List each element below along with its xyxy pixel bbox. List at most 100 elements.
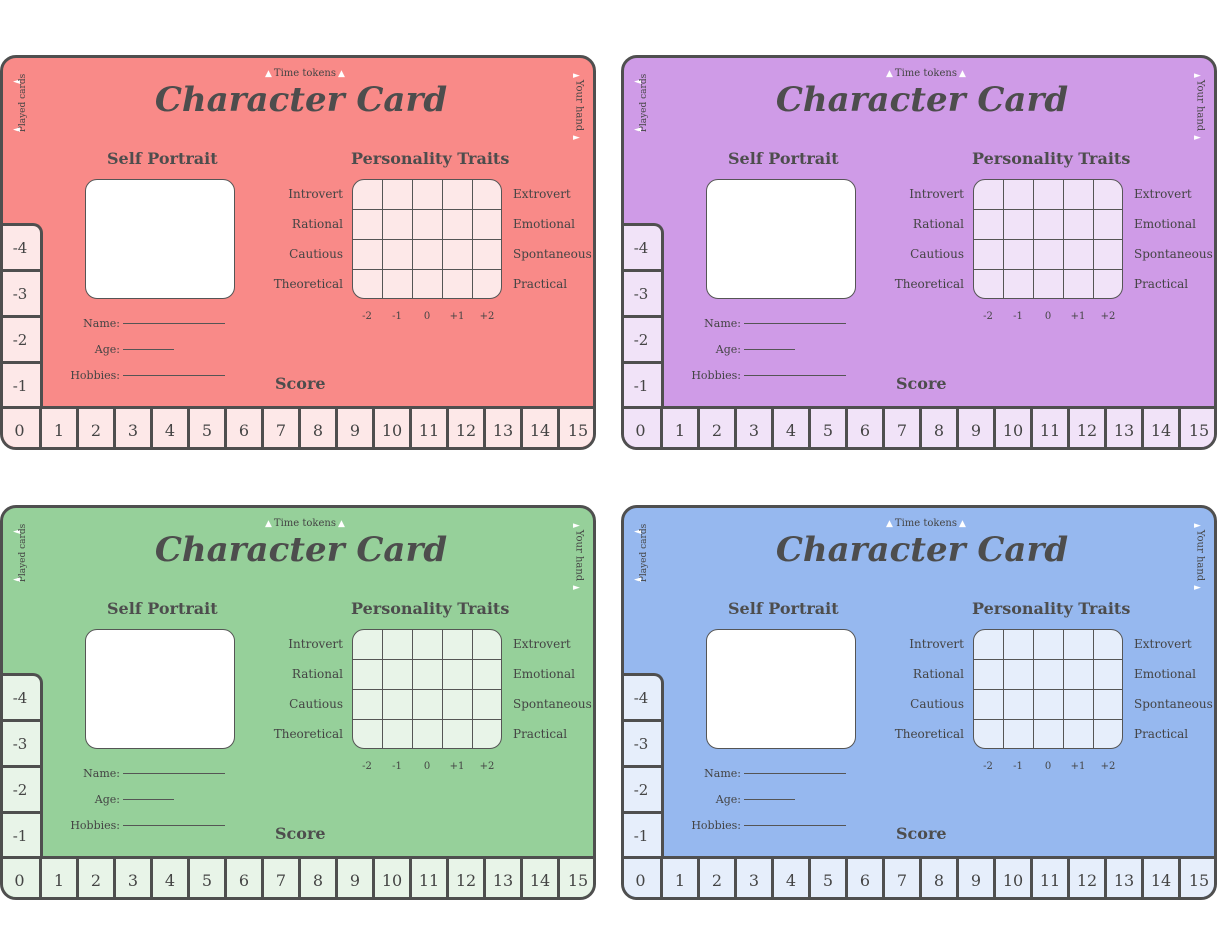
field-input-line[interactable] — [744, 349, 795, 350]
score-cell[interactable]: -2 — [3, 768, 40, 814]
score-cell[interactable]: -1 — [624, 814, 661, 860]
field-input-line[interactable] — [123, 773, 225, 774]
score-cell[interactable]: 10 — [996, 409, 1033, 447]
score-cell[interactable]: 12 — [1070, 409, 1107, 447]
self-portrait-box[interactable] — [706, 629, 856, 749]
score-cell[interactable]: -1 — [3, 364, 40, 410]
score-cell[interactable]: 9 — [338, 409, 375, 447]
score-cell[interactable]: 11 — [1033, 409, 1070, 447]
score-cell[interactable]: -2 — [624, 768, 661, 814]
score-cell[interactable]: 11 — [1033, 859, 1070, 897]
score-cell[interactable]: -2 — [624, 318, 661, 364]
field-input-line[interactable] — [123, 375, 225, 376]
personality-traits-grid[interactable] — [352, 629, 502, 749]
score-cell[interactable]: -2 — [3, 318, 40, 364]
personality-traits-grid[interactable] — [973, 629, 1123, 749]
score-cell[interactable]: 1 — [663, 859, 700, 897]
field-input-line[interactable] — [744, 825, 846, 826]
score-cell[interactable]: 6 — [227, 859, 264, 897]
score-cell[interactable]: 12 — [1070, 859, 1107, 897]
score-cell[interactable]: 12 — [449, 859, 486, 897]
score-cell[interactable]: 1 — [663, 409, 700, 447]
score-cell[interactable]: 4 — [153, 409, 190, 447]
score-cell[interactable]: 7 — [264, 859, 301, 897]
score-cell[interactable]: 10 — [996, 859, 1033, 897]
score-cell[interactable]: 11 — [412, 409, 449, 447]
score-cell[interactable]: 3 — [116, 859, 153, 897]
score-cell[interactable]: 3 — [737, 409, 774, 447]
score-cell[interactable]: 12 — [449, 409, 486, 447]
score-cell[interactable]: 13 — [1107, 409, 1144, 447]
score-cell[interactable]: 6 — [227, 409, 264, 447]
score-cell[interactable]: -4 — [3, 676, 40, 722]
score-cell[interactable]: 6 — [848, 409, 885, 447]
field-input-line[interactable] — [123, 825, 225, 826]
score-cell[interactable]: 6 — [848, 859, 885, 897]
score-cell[interactable]: 2 — [79, 859, 116, 897]
score-cell[interactable]: -3 — [3, 272, 40, 318]
score-cell[interactable]: 11 — [412, 859, 449, 897]
score-cell[interactable]: 8 — [922, 859, 959, 897]
score-cell[interactable]: 4 — [774, 859, 811, 897]
score-cell[interactable]: 4 — [774, 409, 811, 447]
score-cell[interactable]: 7 — [264, 409, 301, 447]
field-input-line[interactable] — [123, 349, 174, 350]
score-cell[interactable]: -3 — [624, 272, 661, 318]
score-cell[interactable]: 0 — [624, 859, 663, 897]
score-cell[interactable]: -1 — [624, 364, 661, 410]
field-input-line[interactable] — [744, 799, 795, 800]
score-cell[interactable]: 8 — [922, 409, 959, 447]
score-cell[interactable]: 15 — [1181, 409, 1214, 447]
self-portrait-box[interactable] — [85, 179, 235, 299]
field-input-line[interactable] — [744, 773, 846, 774]
score-cell[interactable]: 0 — [3, 859, 42, 897]
self-portrait-box[interactable] — [85, 629, 235, 749]
score-cell[interactable]: 2 — [79, 409, 116, 447]
score-cell[interactable]: 8 — [301, 409, 338, 447]
score-cell[interactable]: 5 — [190, 859, 227, 897]
score-cell[interactable]: 14 — [523, 409, 560, 447]
score-cell[interactable]: 0 — [624, 409, 663, 447]
score-cell[interactable]: 5 — [811, 409, 848, 447]
score-cell[interactable]: 14 — [1144, 859, 1181, 897]
score-cell[interactable]: 13 — [1107, 859, 1144, 897]
score-cell[interactable]: 14 — [523, 859, 560, 897]
score-cell[interactable]: 3 — [116, 409, 153, 447]
score-cell[interactable]: 15 — [560, 409, 593, 447]
score-cell[interactable]: -1 — [3, 814, 40, 860]
score-cell[interactable]: 10 — [375, 859, 412, 897]
score-cell[interactable]: 13 — [486, 409, 523, 447]
score-cell[interactable]: -3 — [3, 722, 40, 768]
score-cell[interactable]: -4 — [624, 676, 661, 722]
score-cell[interactable]: -4 — [624, 226, 661, 272]
score-cell[interactable]: 2 — [700, 409, 737, 447]
field-input-line[interactable] — [123, 799, 174, 800]
score-cell[interactable]: 14 — [1144, 409, 1181, 447]
score-cell[interactable]: 7 — [885, 859, 922, 897]
score-cell[interactable]: 5 — [190, 409, 227, 447]
field-input-line[interactable] — [123, 323, 225, 324]
score-cell[interactable]: 8 — [301, 859, 338, 897]
score-cell[interactable]: 7 — [885, 409, 922, 447]
score-cell[interactable]: 3 — [737, 859, 774, 897]
score-cell[interactable]: 9 — [338, 859, 375, 897]
score-cell[interactable]: 10 — [375, 409, 412, 447]
field-input-line[interactable] — [744, 323, 846, 324]
score-cell[interactable]: -4 — [3, 226, 40, 272]
score-cell[interactable]: 0 — [3, 409, 42, 447]
self-portrait-box[interactable] — [706, 179, 856, 299]
score-cell[interactable]: 13 — [486, 859, 523, 897]
score-cell[interactable]: 9 — [959, 409, 996, 447]
score-cell[interactable]: -3 — [624, 722, 661, 768]
score-cell[interactable]: 1 — [42, 859, 79, 897]
field-input-line[interactable] — [744, 375, 846, 376]
score-cell[interactable]: 15 — [1181, 859, 1214, 897]
score-cell[interactable]: 9 — [959, 859, 996, 897]
score-cell[interactable]: 5 — [811, 859, 848, 897]
score-cell[interactable]: 2 — [700, 859, 737, 897]
score-cell[interactable]: 4 — [153, 859, 190, 897]
personality-traits-grid[interactable] — [973, 179, 1123, 299]
score-cell[interactable]: 1 — [42, 409, 79, 447]
score-cell[interactable]: 15 — [560, 859, 593, 897]
personality-traits-grid[interactable] — [352, 179, 502, 299]
